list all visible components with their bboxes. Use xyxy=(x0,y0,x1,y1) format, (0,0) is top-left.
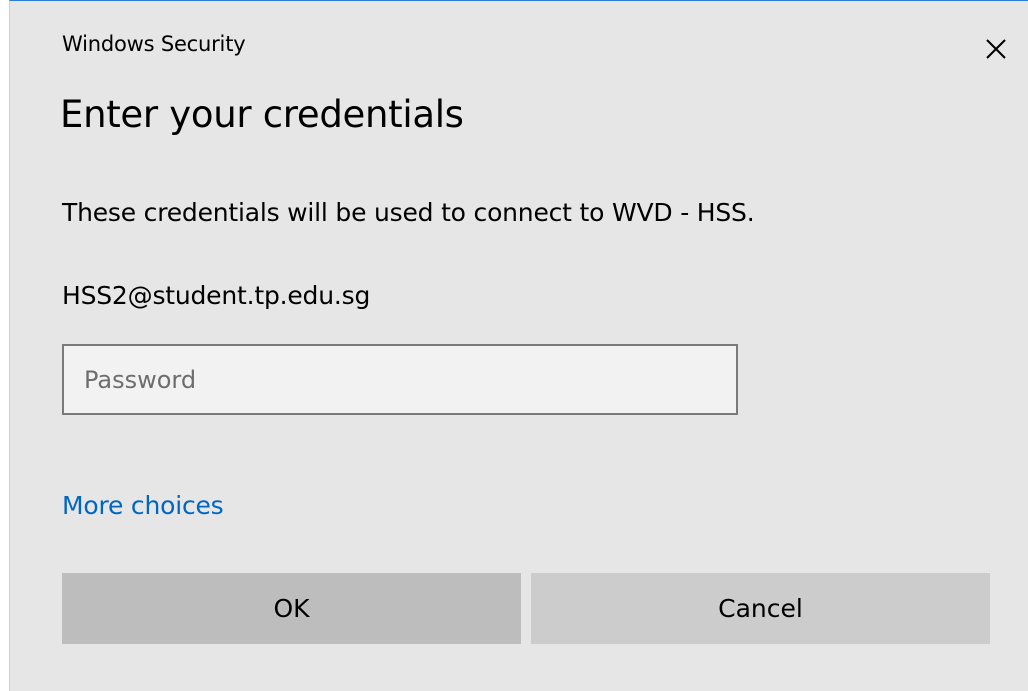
username-label: HSS2@student.tp.edu.sg xyxy=(62,281,371,310)
dialog-description: These credentials will be used to connec… xyxy=(62,198,755,227)
password-field-container xyxy=(62,344,738,415)
ok-button[interactable]: OK xyxy=(62,573,521,644)
password-input[interactable] xyxy=(64,346,736,413)
close-icon xyxy=(986,39,1006,59)
more-choices-link[interactable]: More choices xyxy=(62,491,224,520)
window-title: Windows Security xyxy=(62,32,246,56)
credentials-dialog: Windows Security Enter your credentials … xyxy=(9,0,1028,691)
cancel-button[interactable]: Cancel xyxy=(531,573,990,644)
close-button[interactable] xyxy=(976,29,1016,69)
dialog-heading: Enter your credentials xyxy=(60,93,464,136)
